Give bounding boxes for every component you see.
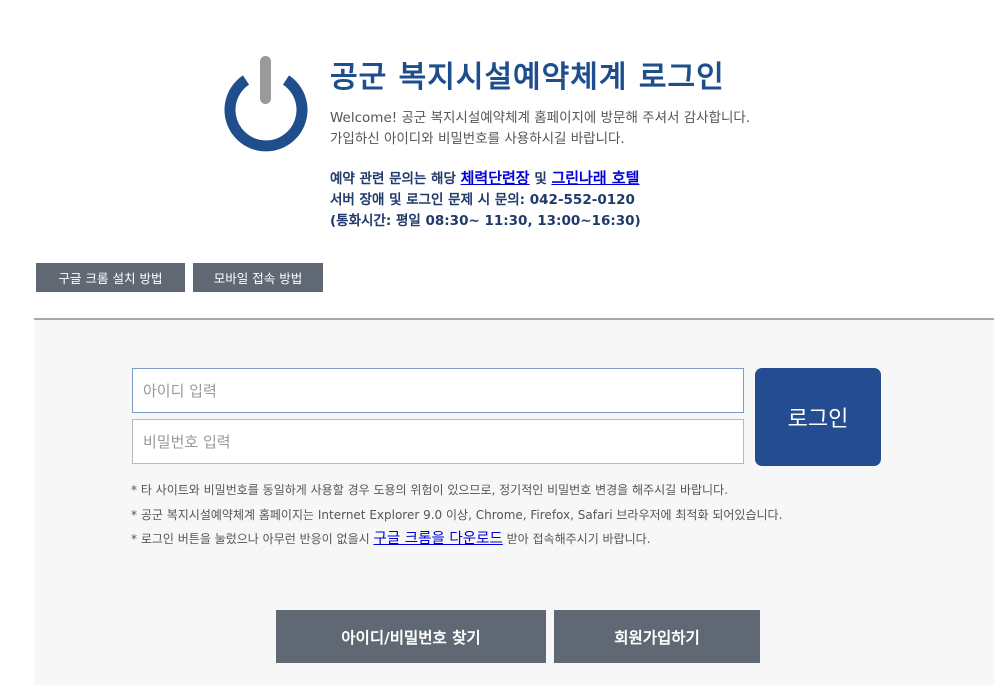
notice-chrome-suffix: 받아 접속해주시기 바랍니다. xyxy=(506,532,651,546)
server-contact-line: 서버 장애 및 로그인 문제 시 문의: 042-552-0120 xyxy=(330,192,635,208)
register-button[interactable]: 회원가입하기 xyxy=(554,610,760,663)
fitness-center-link[interactable]: 체력단련장 xyxy=(461,169,530,187)
contact-mid: 및 xyxy=(534,171,547,187)
id-input[interactable] xyxy=(132,368,744,413)
login-button[interactable]: 로그인 xyxy=(755,368,881,466)
mobile-access-guide-button[interactable]: 모바일 접속 방법 xyxy=(193,263,323,292)
notice-chrome-download: * 로그인 버튼을 눌렀으나 아무런 반응이 없을시 구글 크롬을 다운로드 받… xyxy=(131,527,782,552)
call-hours-line: (통화시간: 평일 08:30~ 11:30, 13:00~16:30) xyxy=(330,213,641,229)
welcome-line-1: Welcome! 공군 복지시설예약체계 홈페이지에 방문해 주셔서 감사합니다… xyxy=(330,110,751,126)
contact-line-1: 예약 관련 문의는 해당 체력단련장 및 그린나래 호텔 xyxy=(330,168,641,190)
page-title: 공군 복지시설예약체계 로그인 xyxy=(330,60,725,95)
notice-list: * 타 사이트와 비밀번호를 동일하게 사용할 경우 도용의 위험이 있으므로,… xyxy=(131,478,782,552)
notice-chrome-prefix: * 로그인 버튼을 눌렀으나 아무런 반응이 없을시 xyxy=(131,532,370,546)
power-icon xyxy=(224,56,308,152)
notice-password-reuse: * 타 사이트와 비밀번호를 동일하게 사용할 경우 도용의 위험이 있으므로,… xyxy=(131,483,728,497)
notice-browser-support: * 공군 복지시설예약체계 홈페이지는 Internet Explorer 9.… xyxy=(131,507,783,522)
password-input[interactable] xyxy=(132,419,744,464)
welcome-line-2: 가입하신 아이디와 비밀번호를 사용하시길 바랍니다. xyxy=(330,131,625,147)
chrome-download-link[interactable]: 구글 크롬을 다운로드 xyxy=(373,531,502,547)
contact-info: 예약 관련 문의는 해당 체력단련장 및 그린나래 호텔 서버 장애 및 로그인… xyxy=(330,168,641,232)
contact-prefix: 예약 관련 문의는 해당 xyxy=(330,171,456,187)
greennarae-hotel-link[interactable]: 그린나래 호텔 xyxy=(551,169,639,187)
chrome-install-guide-button[interactable]: 구글 크롬 설치 방법 xyxy=(36,263,185,292)
welcome-message: Welcome! 공군 복지시설예약체계 홈페이지에 방문해 주셔서 감사합니다… xyxy=(330,108,750,150)
find-account-button[interactable]: 아이디/비밀번호 찾기 xyxy=(276,610,546,663)
